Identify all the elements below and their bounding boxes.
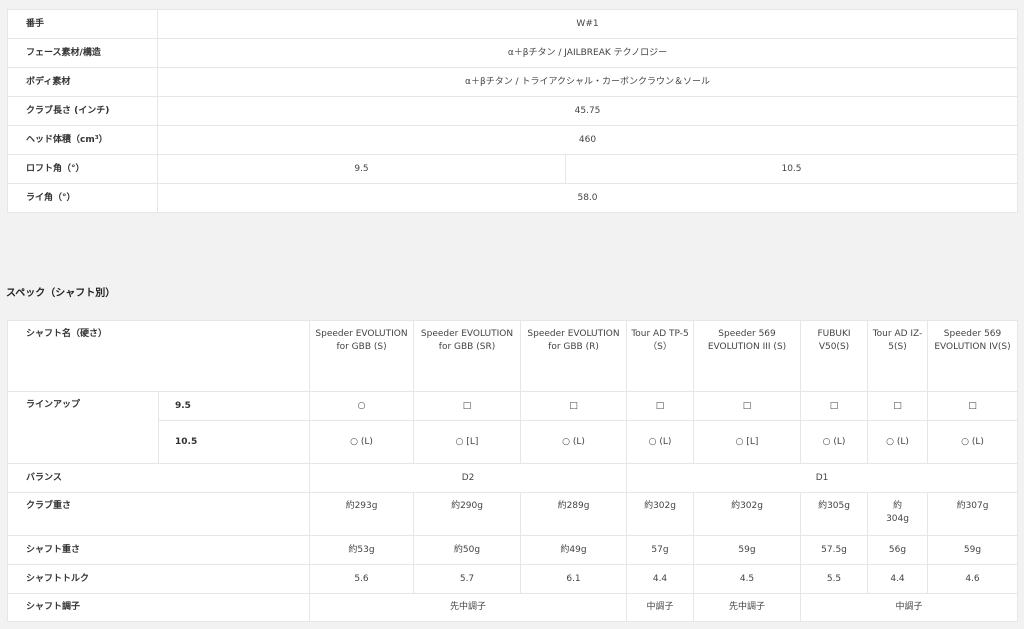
shaft-name-label: シャフト名（硬さ）: [6, 320, 311, 392]
club-weight-label: クラブ重さ: [6, 492, 311, 536]
torque-value: 6.1: [520, 564, 628, 594]
spec-value: α＋βチタン / トライアクシャル・カーボンクラウン＆ソール: [156, 67, 1019, 97]
spec-value: 45.75: [156, 96, 1019, 126]
club-weight-value: 約289g: [520, 492, 628, 536]
spec-label: 番手: [7, 9, 158, 39]
lineup-mark: ○ [L]: [693, 420, 802, 464]
shaft-weight-value: 約49g: [520, 535, 628, 565]
club-weight-value: 約302g: [693, 492, 802, 536]
spec-row-number: 番手 W#1: [7, 9, 1019, 39]
lineup-mark: ○: [309, 391, 415, 421]
spec-row-lie: ライ角（°） 58.0: [7, 183, 1019, 213]
spec-value-loft-95: 9.5: [157, 154, 566, 184]
torque-value: 5.6: [309, 564, 415, 594]
spec-row-volume: ヘッド体積（cm³） 460: [7, 125, 1019, 155]
shaft-name-cell: Tour AD IZ-5(S): [867, 320, 929, 392]
club-weight-value: 約 304g: [867, 492, 929, 536]
lineup-mark: ○ (L): [626, 420, 695, 464]
lineup-mark: □: [800, 391, 869, 421]
shaft-weight-value: 約53g: [309, 535, 415, 565]
torque-value: 4.4: [867, 564, 929, 594]
lineup-mark: □: [693, 391, 802, 421]
shaft-weight-value: 59g: [927, 535, 1019, 565]
spec-value: α＋βチタン / JAILBREAK テクノロジー: [156, 38, 1019, 68]
balance-label: バランス: [6, 463, 311, 493]
shaft-name-row: シャフト名（硬さ） Speeder EVOLUTION for GBB (S) …: [6, 320, 1019, 392]
torque-value: 5.7: [413, 564, 522, 594]
lineup-mark: □: [626, 391, 695, 421]
spec-value: 58.0: [156, 183, 1019, 213]
shaft-name-cell: Speeder EVOLUTION for GBB (S): [309, 320, 415, 392]
lineup-mark: ○ (L): [309, 420, 415, 464]
torque-value: 5.5: [800, 564, 869, 594]
torque-value: 4.5: [693, 564, 802, 594]
balance-value: D1: [626, 463, 1019, 493]
lineup-mark: □: [927, 391, 1019, 421]
shaft-name-cell: Speeder EVOLUTION for GBB (R): [520, 320, 628, 392]
shaft-name-cell: Speeder 569 EVOLUTION III (S): [693, 320, 802, 392]
shaft-weight-label: シャフト重さ: [6, 535, 311, 565]
lineup-loft: 9.5: [157, 391, 311, 421]
club-weight-value: 約307g: [927, 492, 1019, 536]
spec-label: ボディ素材: [7, 67, 158, 97]
torque-label: シャフトトルク: [6, 564, 311, 594]
lineup-mark: ○ (L): [800, 420, 869, 464]
shaft-weight-value: 59g: [693, 535, 802, 565]
torque-value: 4.4: [626, 564, 695, 594]
club-weight-value: 約290g: [413, 492, 522, 536]
kick-point-value: 先中調子: [309, 593, 628, 622]
lineup-mark: ○ (L): [520, 420, 628, 464]
spec-row-length: クラブ長さ (インチ) 45.75: [7, 96, 1019, 126]
lineup-mark: ○ [L]: [413, 420, 522, 464]
club-weight-row: クラブ重さ 約293g 約290g 約289g 約302g 約302g 約305…: [6, 492, 1019, 536]
spec-label: ヘッド体積（cm³）: [7, 125, 158, 155]
shaft-spec-table: シャフト名（硬さ） Speeder EVOLUTION for GBB (S) …: [6, 320, 1019, 622]
shaft-weight-value: 57.5g: [800, 535, 869, 565]
spec-table: 番手 W#1 フェース素材/構造 α＋βチタン / JAILBREAK テクノロ…: [7, 9, 1019, 213]
lineup-mark: □: [867, 391, 929, 421]
spec-value: 460: [156, 125, 1019, 155]
lineup-loft: 10.5: [157, 420, 311, 464]
lineup-row-95: ラインアップ 9.5 ○ □ □ □ □ □ □ □: [7, 391, 1019, 464]
shaft-name-cell: Speeder 569 EVOLUTION IV(S): [927, 320, 1019, 392]
spec-value-loft-105: 10.5: [564, 154, 1019, 184]
shaft-name-cell: Tour AD TP-5（S）: [626, 320, 695, 392]
lineup-mark: ○ (L): [867, 420, 929, 464]
shaft-weight-value: 57g: [626, 535, 695, 565]
shaft-name-cell: FUBUKI V50(S): [800, 320, 869, 392]
club-weight-value: 約293g: [309, 492, 415, 536]
spec-row-loft: ロフト角（°） 9.5 10.5: [7, 154, 1019, 184]
kick-point-value: 先中調子: [693, 593, 802, 622]
shaft-weight-row: シャフト重さ 約53g 約50g 約49g 57g 59g 57.5g 56g …: [6, 535, 1019, 565]
balance-row: バランス D2 D1: [6, 463, 1019, 493]
spec-value: W#1: [156, 9, 1019, 39]
section-title: スペック（シャフト別）: [6, 288, 116, 299]
kick-point-row: シャフト調子 先中調子 中調子 先中調子 中調子: [6, 593, 1019, 622]
lineup-label: ラインアップ: [7, 391, 159, 464]
kick-point-label: シャフト調子: [6, 593, 311, 622]
club-weight-value: 約305g: [800, 492, 869, 536]
spec-label: ライ角（°）: [7, 183, 158, 213]
spec-label: クラブ長さ (インチ): [7, 96, 158, 126]
spec-row-face: フェース素材/構造 α＋βチタン / JAILBREAK テクノロジー: [7, 38, 1019, 68]
lineup-mark: □: [413, 391, 522, 421]
lineup-mark: ○ (L): [927, 420, 1019, 464]
shaft-weight-value: 約50g: [413, 535, 522, 565]
shaft-weight-value: 56g: [867, 535, 929, 565]
spec-label: フェース素材/構造: [7, 38, 158, 68]
lineup-mark: □: [520, 391, 628, 421]
kick-point-value: 中調子: [800, 593, 1019, 622]
lineup-row-105: 10.5 ○ (L) ○ [L] ○ (L) ○ (L) ○ [L] ○ (L)…: [8, 420, 1019, 464]
kick-point-value: 中調子: [626, 593, 695, 622]
club-weight-value: 約302g: [626, 492, 695, 536]
shaft-name-cell: Speeder EVOLUTION for GBB (SR): [413, 320, 522, 392]
torque-value: 4.6: [927, 564, 1019, 594]
spec-label: ロフト角（°）: [7, 154, 158, 184]
torque-row: シャフトトルク 5.6 5.7 6.1 4.4 4.5 5.5 4.4 4.6: [6, 564, 1019, 594]
balance-value: D2: [309, 463, 628, 493]
spec-row-body: ボディ素材 α＋βチタン / トライアクシャル・カーボンクラウン＆ソール: [7, 67, 1019, 97]
